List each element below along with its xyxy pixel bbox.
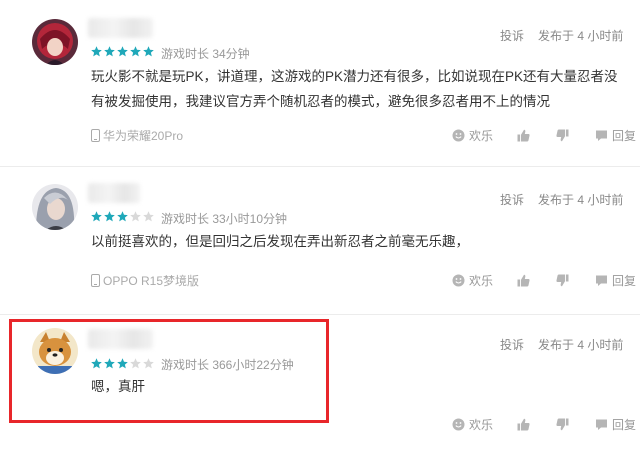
username-blurred [88, 183, 140, 203]
like-button[interactable] [517, 129, 530, 142]
review-actions: 欢乐 回复 [452, 127, 636, 144]
star-rating [91, 211, 154, 222]
reply-button[interactable]: 回复 [595, 416, 636, 433]
smile-icon [452, 418, 465, 431]
funny-button[interactable]: 欢乐 [452, 127, 493, 144]
smile-icon [452, 274, 465, 287]
star-rating [91, 46, 154, 57]
thumbs-up-icon [517, 274, 530, 287]
reply-icon [595, 418, 608, 431]
dislike-button[interactable] [556, 274, 569, 287]
star-filled-icon [117, 211, 128, 222]
funny-button[interactable]: 欢乐 [452, 272, 493, 289]
playtime-label: 游戏时长 33小时10分钟 [161, 212, 288, 226]
thumbs-down-icon [556, 418, 569, 431]
phone-icon [91, 129, 100, 142]
star-filled-icon [104, 46, 115, 57]
device-info: OPPO R15梦境版 [91, 272, 199, 289]
device-info: 华为荣耀20Pro [91, 127, 183, 144]
dislike-button[interactable] [556, 129, 569, 142]
avatar[interactable] [32, 184, 78, 230]
username-blurred [88, 18, 153, 38]
reply-button[interactable]: 回复 [595, 127, 636, 144]
device-label: 华为荣耀20Pro [103, 129, 184, 143]
dislike-button[interactable] [556, 418, 569, 431]
posted-time: 发布于 4 小时前 [538, 29, 624, 43]
funny-button-label: 欢乐 [469, 274, 494, 288]
highlight-box [9, 319, 329, 423]
funny-button-label: 欢乐 [469, 129, 494, 143]
avatar[interactable] [32, 19, 78, 65]
star-filled-icon [143, 46, 154, 57]
smile-icon [452, 129, 465, 142]
posted-time: 发布于 4 小时前 [538, 193, 624, 207]
reply-button[interactable]: 回复 [595, 272, 636, 289]
funny-button[interactable]: 欢乐 [452, 416, 493, 433]
reply-button-label: 回复 [612, 418, 637, 432]
star-filled-icon [117, 46, 128, 57]
playtime-label: 游戏时长 34分钟 [161, 47, 250, 61]
like-button[interactable] [517, 418, 530, 431]
phone-icon [91, 274, 100, 287]
like-button[interactable] [517, 274, 530, 287]
star-filled-icon [91, 46, 102, 57]
review-content: 以前挺喜欢的，但是回归之后发现在弄出新忍者之前毫无乐趣， [91, 234, 469, 249]
device-label: OPPO R15梦境版 [103, 274, 200, 288]
reply-icon [595, 129, 608, 142]
reply-icon [595, 274, 608, 287]
star-empty-icon [130, 211, 141, 222]
star-empty-icon [143, 211, 154, 222]
reply-button-label: 回复 [612, 129, 637, 143]
reply-button-label: 回复 [612, 274, 637, 288]
star-filled-icon [130, 46, 141, 57]
review-content: 玩火影不就是玩PK，讲道理，这游戏的PK潜力还有很多，比如说现在PK还有大量忍者… [91, 69, 618, 109]
review-actions: 欢乐 回复 [452, 416, 636, 433]
star-filled-icon [104, 211, 115, 222]
thumbs-down-icon [556, 274, 569, 287]
thumbs-up-icon [517, 418, 530, 431]
funny-button-label: 欢乐 [469, 418, 494, 432]
report-link[interactable]: 投诉 [500, 27, 524, 44]
star-filled-icon [91, 211, 102, 222]
thumbs-down-icon [556, 129, 569, 142]
thumbs-up-icon [517, 129, 530, 142]
review-card-2: 游戏时长 33小时10分钟 投诉 发布于 4 小时前 以前挺喜欢的，但是回归之后… [0, 167, 640, 317]
posted-time: 发布于 4 小时前 [538, 338, 624, 352]
review-actions: 欢乐 回复 [452, 272, 636, 289]
report-link[interactable]: 投诉 [500, 191, 524, 208]
review-card-1: 游戏时长 34分钟 投诉 发布于 4 小时前 玩火影不就是玩PK，讲道理，这游戏… [0, 0, 640, 150]
report-link[interactable]: 投诉 [500, 336, 524, 353]
